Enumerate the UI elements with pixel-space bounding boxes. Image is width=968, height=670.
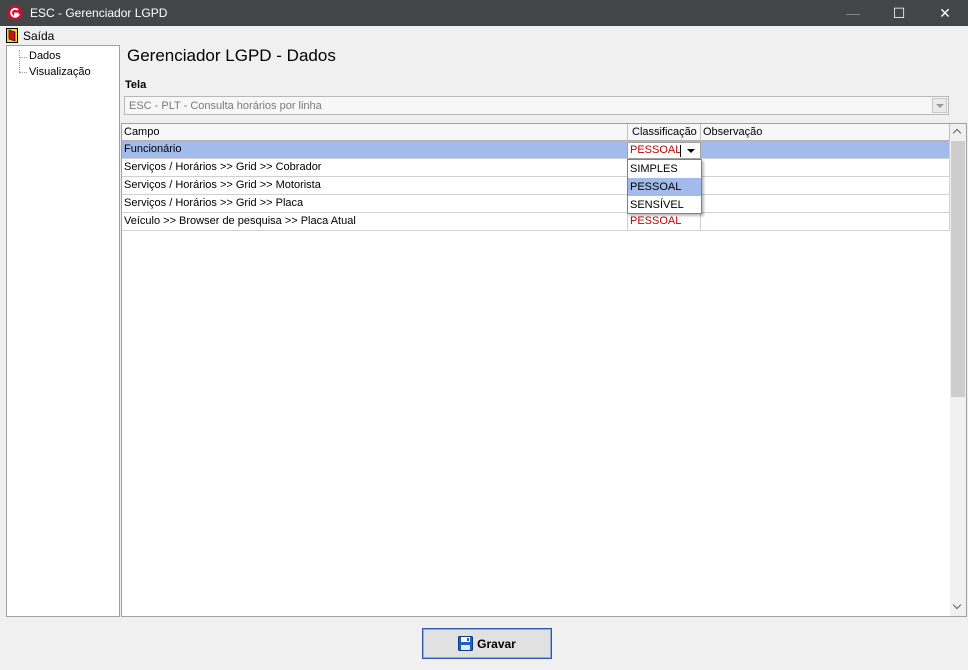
menu-exit-label: Saída	[23, 28, 55, 43]
observacao-cell[interactable]	[701, 195, 950, 212]
campo-cell: Serviços / Horários >> Grid >> Cobrador	[122, 159, 628, 176]
save-button[interactable]: Gravar	[422, 628, 552, 659]
campo-cell: Serviços / Horários >> Grid >> Motorista	[122, 177, 628, 194]
navigation-tree: Dados Visualização	[6, 45, 120, 617]
column-header-campo[interactable]: Campo	[122, 124, 628, 141]
close-button[interactable]: ✕	[922, 0, 968, 26]
campo-cell: Veículo >> Browser de pesquisa >> Placa …	[122, 213, 628, 230]
table-row[interactable]: Serviços / Horários >> Grid >> Cobrador	[122, 159, 950, 177]
classificacao-dropdown: SIMPLES PESSOAL SENSÍVEL	[627, 159, 702, 214]
observacao-cell[interactable]	[701, 213, 950, 230]
dropdown-option-pessoal[interactable]: PESSOAL	[628, 178, 701, 196]
minimize-button[interactable]: —	[830, 0, 876, 26]
table-row[interactable]: Serviços / Horários >> Grid >> Placa	[122, 195, 950, 213]
table-row[interactable]: Serviços / Horários >> Grid >> Motorista	[122, 177, 950, 195]
scroll-up-icon[interactable]	[950, 124, 966, 141]
tree-connector-line	[19, 57, 27, 58]
title-bar: ESC - Gerenciador LGPD — ☐ ✕	[0, 0, 968, 26]
classificacao-cell[interactable]: PESSOAL	[628, 213, 701, 230]
dropdown-option-sensivel[interactable]: SENSÍVEL	[628, 196, 701, 214]
tela-dropdown-button[interactable]	[932, 98, 947, 113]
column-header-classificacao[interactable]: Classificação	[628, 124, 701, 141]
tree-connector-line	[19, 50, 20, 72]
campo-cell: Funcionário	[122, 141, 628, 158]
classificacao-editor-value: PESSOAL	[630, 144, 682, 156]
menu-exit[interactable]: Saída	[6, 27, 54, 44]
scroll-down-icon[interactable]	[950, 599, 966, 616]
vertical-scrollbar[interactable]	[950, 124, 966, 616]
scroll-thumb[interactable]	[951, 141, 965, 397]
text-caret	[680, 145, 681, 157]
classificacao-editor[interactable]: PESSOAL	[627, 142, 701, 159]
table-row[interactable]: Veículo >> Browser de pesquisa >> Placa …	[122, 213, 950, 231]
floppy-disk-icon	[458, 636, 474, 651]
tree-item-visualizacao[interactable]: Visualização	[29, 66, 91, 80]
app-logo-icon	[7, 5, 23, 21]
dropdown-option-simples[interactable]: SIMPLES	[628, 160, 701, 178]
tree-item-dados[interactable]: Dados	[29, 50, 61, 64]
save-button-label: Gravar	[477, 636, 516, 651]
grid-header: Campo Classificação Observação	[122, 124, 950, 141]
tree-connector-line	[19, 72, 27, 73]
maximize-button[interactable]: ☐	[876, 0, 922, 26]
tela-select[interactable]: ESC - PLT - Consulta horários por linha	[124, 96, 949, 115]
tela-label: Tela	[125, 79, 147, 91]
observacao-cell[interactable]	[701, 159, 950, 176]
fields-grid: Campo Classificação Observação Funcionár…	[121, 123, 967, 617]
page-title: Gerenciador LGPD - Dados	[127, 46, 336, 65]
window-title: ESC - Gerenciador LGPD	[30, 6, 168, 20]
observacao-cell[interactable]	[701, 141, 950, 158]
campo-cell: Serviços / Horários >> Grid >> Placa	[122, 195, 628, 212]
chevron-down-icon[interactable]	[687, 149, 695, 153]
column-header-observacao[interactable]: Observação	[701, 124, 950, 141]
table-row[interactable]: Funcionário	[122, 141, 950, 159]
observacao-cell[interactable]	[701, 177, 950, 194]
menu-bar: Saída	[0, 26, 968, 45]
exit-door-icon	[6, 28, 18, 43]
tela-select-value: ESC - PLT - Consulta horários por linha	[129, 100, 322, 112]
